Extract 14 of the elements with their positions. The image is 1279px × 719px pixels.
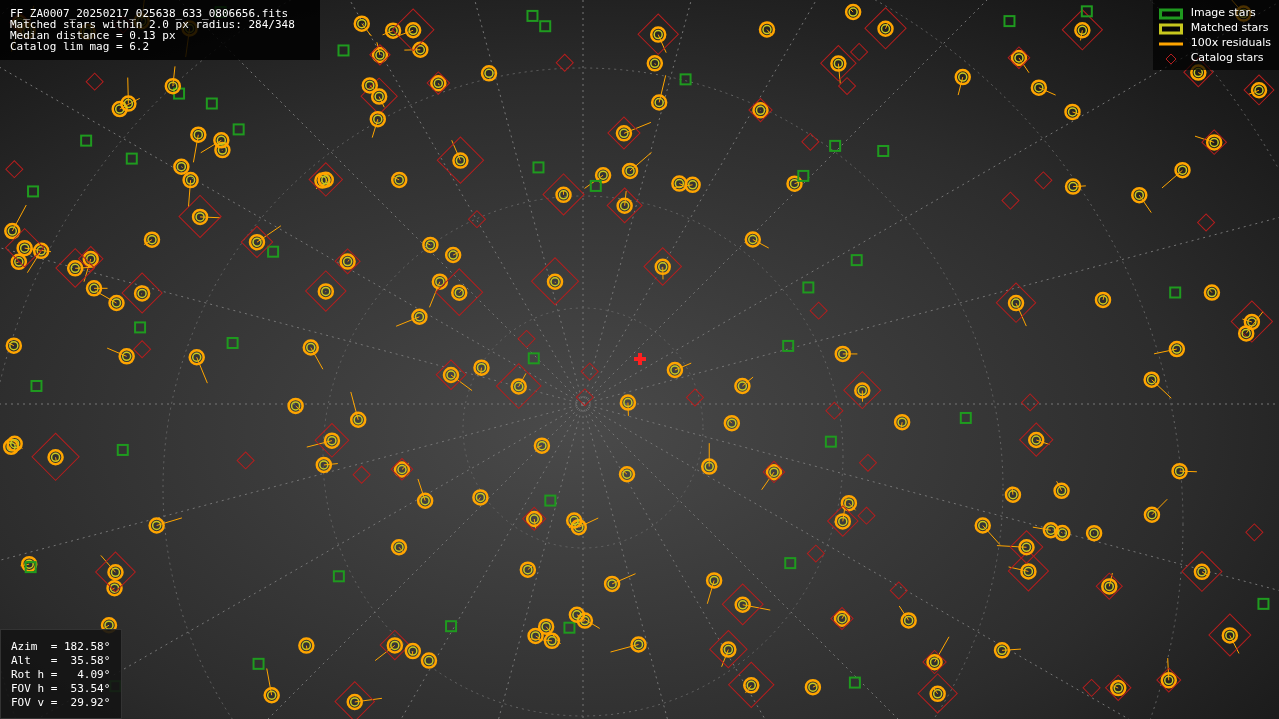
info-line: Catalog lim mag = 6.2 — [10, 41, 151, 52]
pointing-line: Alt = 35.58° — [11, 654, 111, 668]
info-line: Median distance = 0.13 px — [10, 30, 176, 41]
legend-label: Matched stars — [1190, 20, 1269, 37]
legend-label: Image stars — [1190, 5, 1256, 22]
pointing-line: FOV v = 29.92° — [11, 696, 111, 710]
legend-label: Catalog stars — [1190, 50, 1264, 67]
pointing-line: FOV h = 53.54° — [11, 682, 111, 696]
pointing-line: Rot h = 4.09° — [11, 668, 111, 682]
legend-label: 100x residuals — [1190, 35, 1271, 52]
info-line: Matched stars within 2.0 px radius: 284/348 — [10, 19, 296, 30]
pointing-line: Azim = 182.58° — [11, 640, 111, 654]
info-line: FF_ZA0007_20250217_025638_633_0806656.fits — [10, 8, 290, 19]
center-cross-icon — [632, 351, 648, 367]
